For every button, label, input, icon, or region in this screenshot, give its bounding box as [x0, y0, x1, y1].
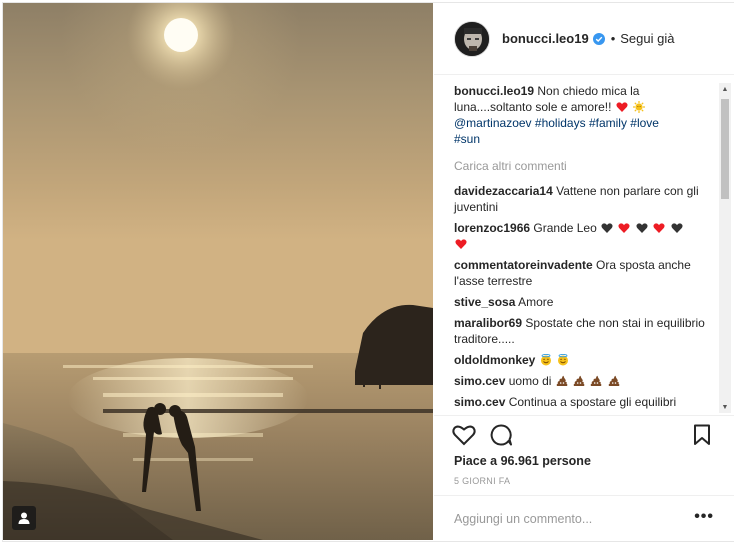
comment-item: commentatoreinvadente Ora sposta anche l…	[454, 257, 708, 289]
black-heart-icon	[601, 223, 613, 233]
red-heart-icon	[618, 223, 630, 233]
comment-item: simo.cev Continua a spostare gli equilib…	[454, 394, 708, 410]
red-heart-icon	[455, 239, 467, 249]
comment-username[interactable]: simo.cev	[454, 374, 505, 388]
comment-text: uomo di	[508, 374, 552, 388]
heart-icon	[452, 425, 476, 446]
comment-username[interactable]: maralibor69	[454, 316, 522, 330]
smiling-face-halo-icon	[558, 354, 569, 366]
comment-bubble-icon	[490, 424, 512, 446]
comment-item: lorenzoc1966 Grande Leo	[454, 220, 708, 252]
add-comment-bar: •••	[434, 495, 734, 540]
comment-username[interactable]: lorenzoc1966	[454, 221, 530, 235]
verified-badge-icon	[592, 32, 605, 45]
load-more-comments-link[interactable]: Carica altri commenti	[454, 158, 708, 174]
hashtag-link[interactable]: #love	[630, 116, 659, 130]
comment-item: maralibor69 Spostate che non stai in equ…	[454, 315, 708, 347]
caption-mention[interactable]: @martinazoev	[454, 116, 532, 130]
add-comment-input[interactable]	[454, 508, 684, 530]
user-tag-icon	[18, 512, 30, 524]
avatar[interactable]	[454, 20, 490, 57]
black-heart-icon	[670, 223, 683, 233]
red-heart-icon	[653, 223, 665, 233]
comment-text: Grande Leo	[533, 221, 597, 235]
comments-scrollbar[interactable]: ▲ ▼	[719, 83, 731, 413]
sun-face-icon	[633, 101, 646, 113]
tagged-people-button[interactable]	[12, 506, 36, 530]
comment-username[interactable]: oldoldmonkey	[454, 353, 535, 367]
pile-of-poo-icon	[556, 375, 568, 386]
likes-count[interactable]: Piace a 96.961 persone	[454, 454, 591, 468]
post-actions: Piace a 96.961 persone 5 GIORNI FA	[434, 415, 734, 505]
pile-of-poo-icon	[591, 375, 602, 386]
bookmark-icon	[694, 424, 710, 445]
scroll-down-arrow-icon[interactable]: ▼	[719, 401, 731, 413]
follow-button[interactable]: Segui già	[620, 31, 674, 46]
hashtag-link[interactable]: #family	[589, 116, 627, 130]
save-button[interactable]	[689, 422, 715, 448]
comment-button[interactable]	[488, 422, 514, 448]
comment-text: Amore	[518, 295, 554, 309]
comment-item: stive_sosa Amore	[454, 294, 708, 310]
like-button[interactable]	[451, 422, 477, 448]
comment-item: simo.cev uomo di	[454, 373, 708, 389]
post-photo[interactable]	[3, 3, 433, 540]
scroll-up-arrow-icon[interactable]: ▲	[719, 83, 731, 95]
red-heart-icon	[616, 102, 628, 112]
post-date: 5 GIORNI FA	[454, 476, 511, 486]
comment-item: oldoldmonkey	[454, 352, 708, 368]
comment-username[interactable]: commentatoreinvadente	[454, 258, 593, 272]
pile-of-poo-icon	[608, 375, 620, 386]
header-username[interactable]: bonucci.leo19	[502, 31, 589, 46]
sunset-beach-image	[3, 3, 433, 540]
black-heart-icon	[636, 223, 648, 233]
comment-text: Continua a spostare gli equilibri	[508, 395, 677, 409]
scrollbar-thumb[interactable]	[721, 99, 729, 199]
more-options-button[interactable]: •••	[694, 508, 714, 526]
comments-list[interactable]: bonucci.leo19 Non chiedo mica la luna...…	[434, 83, 734, 413]
comment-item: davidezaccaria14 Vattene non parlare con…	[454, 183, 708, 215]
comment-username[interactable]: stive_sosa	[454, 295, 515, 309]
post-header: bonucci.leo19 • Segui già	[434, 3, 734, 75]
header-separator: •	[610, 31, 616, 46]
post-side-panel: bonucci.leo19 • Segui già bonucci.leo19 …	[434, 3, 734, 540]
hashtag-link[interactable]: #sun	[454, 132, 480, 146]
pile-of-poo-icon	[573, 375, 585, 386]
comment-username[interactable]: davidezaccaria14	[454, 184, 553, 198]
hashtag-link[interactable]: #holidays	[535, 116, 586, 130]
comment-username[interactable]: simo.cev	[454, 395, 505, 409]
caption: bonucci.leo19 Non chiedo mica la luna...…	[454, 83, 708, 147]
caption-username[interactable]: bonucci.leo19	[454, 84, 534, 98]
smiling-face-halo-icon	[540, 354, 551, 366]
